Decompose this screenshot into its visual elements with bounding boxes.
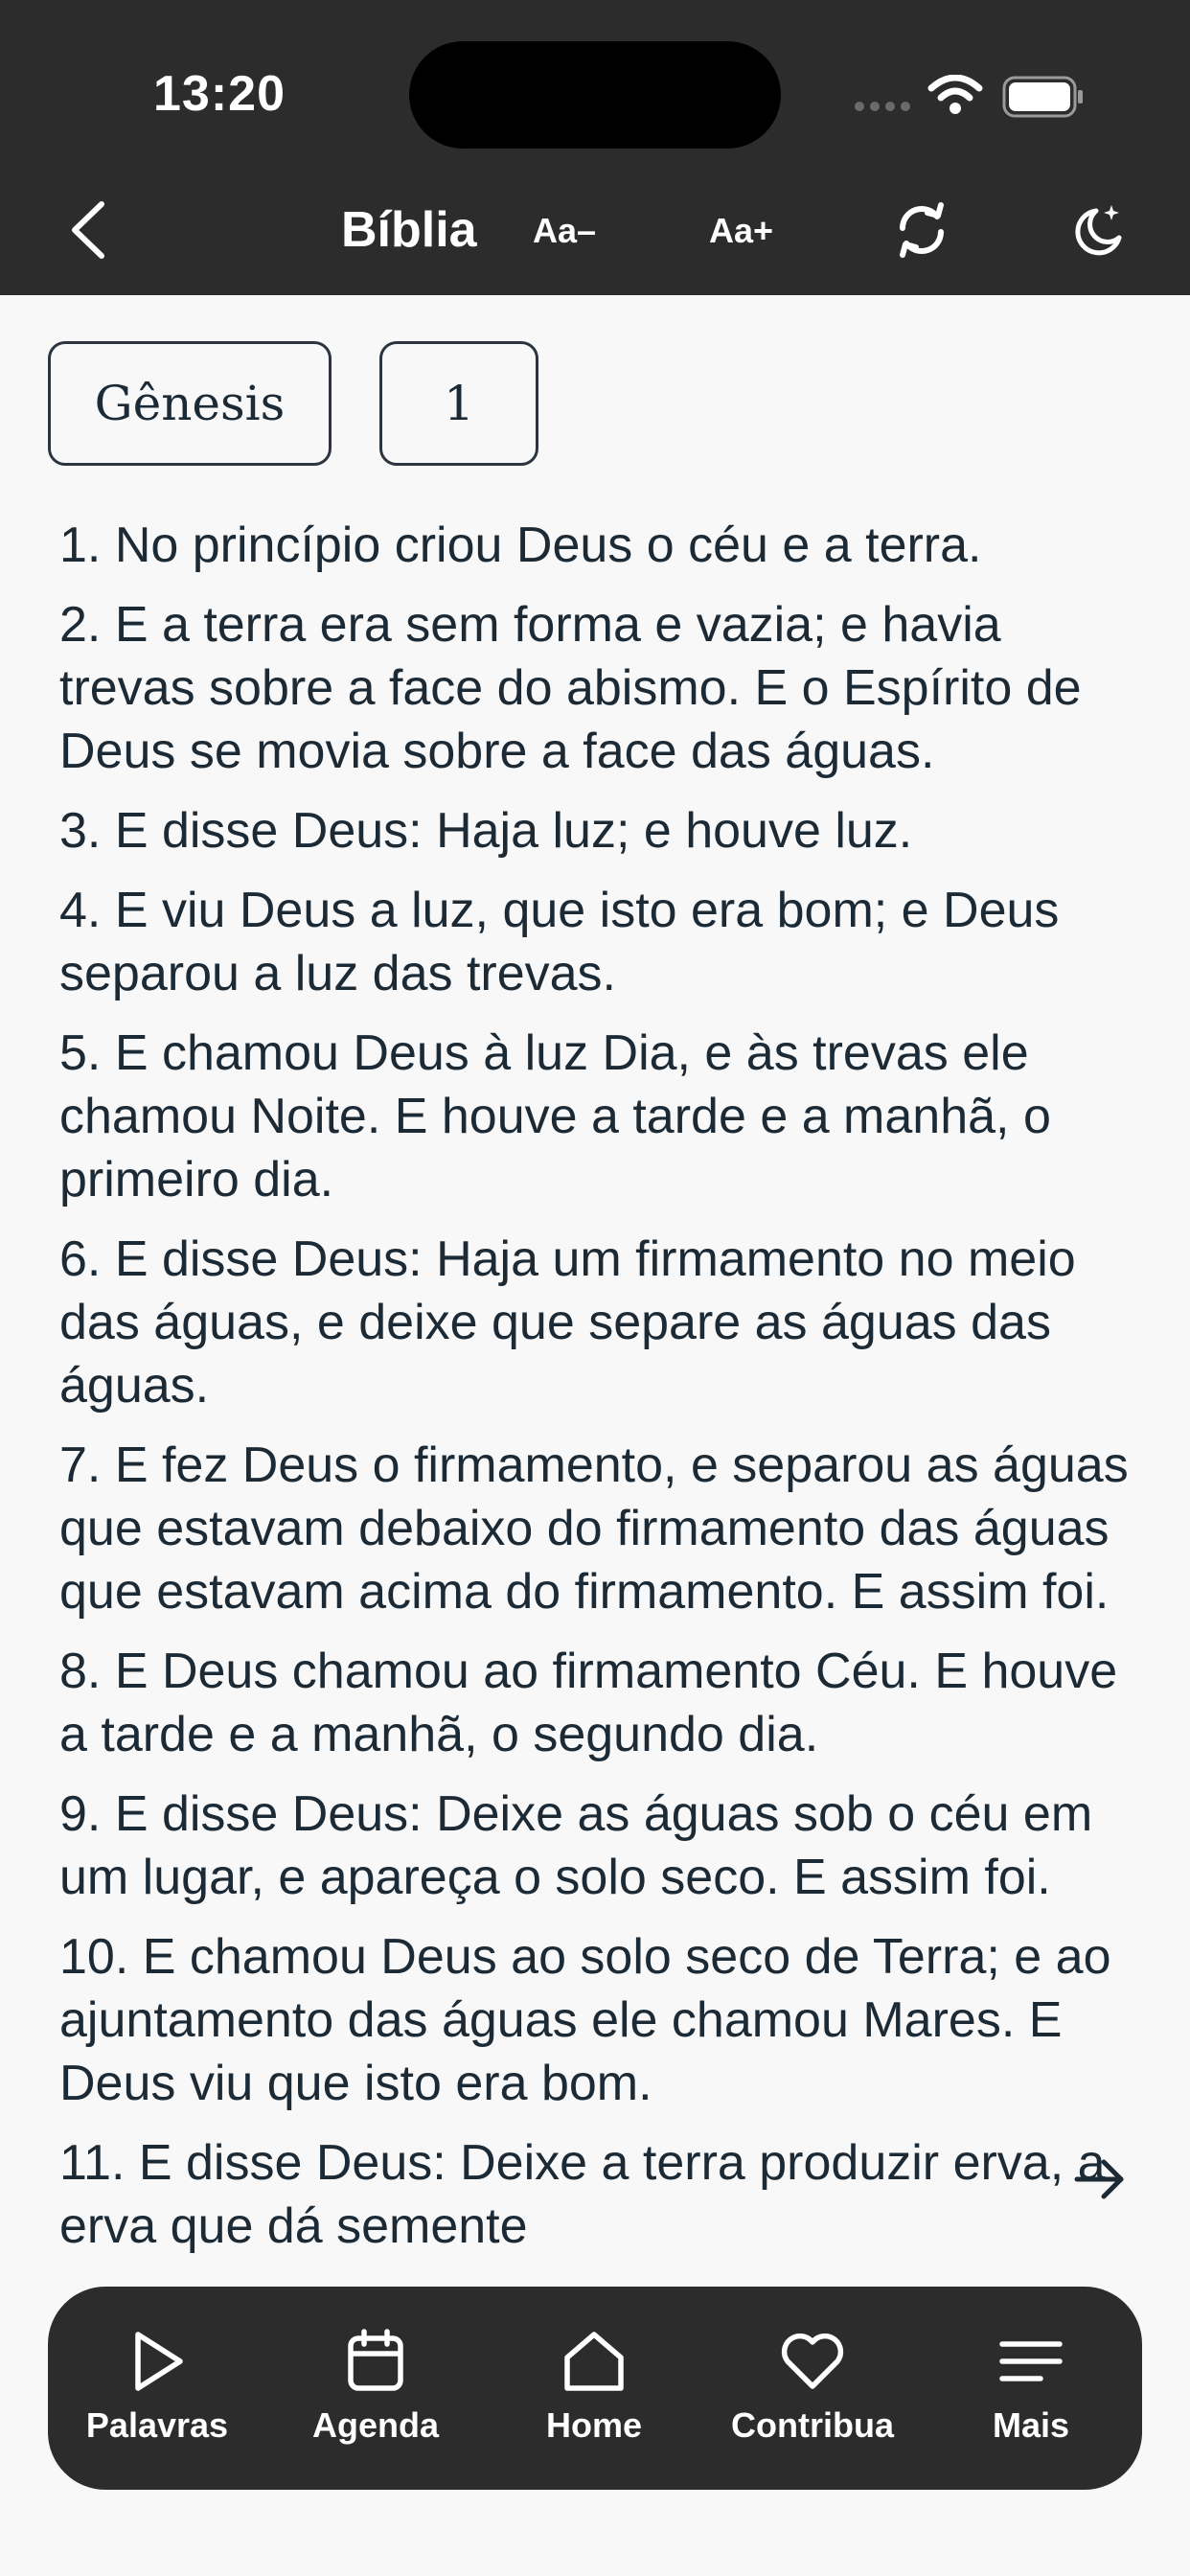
verse: 5. E chamou Deus à luz Dia, e às trevas … xyxy=(59,1025,1051,1208)
tab-palavras[interactable]: Palavras xyxy=(48,2287,266,2490)
verse-list: 1. No princípio criou Deus o céu e a ter… xyxy=(59,514,1142,2267)
home-icon xyxy=(564,2332,624,2391)
font-increase-button[interactable]: Aa+ xyxy=(709,211,773,251)
battery-icon xyxy=(1002,76,1083,118)
verse: 7. E fez Deus o firmamento, e separou as… xyxy=(59,1438,1129,1620)
tab-label: Agenda xyxy=(311,2405,439,2445)
tab-label: Mais xyxy=(992,2405,1070,2445)
verse: 1. No princípio criou Deus o céu e a ter… xyxy=(59,518,982,573)
heart-icon xyxy=(781,2333,844,2389)
menu-icon xyxy=(999,2341,1063,2381)
font-decrease-button[interactable]: Aa– xyxy=(533,211,596,251)
chapter-selector[interactable]: 1 xyxy=(379,341,538,466)
verse: 9. E disse Deus: Deixe as águas sob o cé… xyxy=(59,1786,1093,1905)
bottom-tab-bar: Palavras Agenda Home Contribua Mais xyxy=(48,2287,1142,2490)
back-button[interactable] xyxy=(59,196,117,264)
cellular-signal-icon xyxy=(855,99,916,116)
calendar-icon xyxy=(348,2329,403,2391)
verse: 4. E viu Deus a luz, que isto era bom; e… xyxy=(59,883,1060,1001)
status-time: 13:20 xyxy=(153,66,286,122)
book-selector[interactable]: Gênesis xyxy=(48,341,332,466)
play-icon xyxy=(135,2332,183,2391)
tab-label: Contribua xyxy=(731,2405,894,2445)
page-title: Bíblia xyxy=(341,202,477,258)
wifi-icon xyxy=(927,75,983,114)
verse: 8. E Deus chamou ao firmamento Céu. E ho… xyxy=(59,1644,1118,1762)
tab-mais[interactable]: Mais xyxy=(922,2287,1140,2490)
refresh-icon[interactable] xyxy=(891,199,952,261)
tab-home[interactable]: Home xyxy=(485,2287,703,2490)
verse: 10. E chamou Deus ao solo seco de Terra;… xyxy=(59,1929,1111,2111)
top-bar: 13:20 Bíblia Aa– Aa+ xyxy=(0,0,1190,295)
next-chapter-arrow-icon[interactable] xyxy=(1071,2150,1129,2208)
verse: 6. E disse Deus: Haja um firmamento no m… xyxy=(59,1231,1076,1414)
tab-label: Home xyxy=(545,2405,643,2445)
tab-contribua[interactable]: Contribua xyxy=(703,2287,922,2490)
dynamic-island xyxy=(409,41,781,149)
verse: 2. E a terra era sem forma e vazia; e ha… xyxy=(59,597,1082,779)
tab-agenda[interactable]: Agenda xyxy=(266,2287,485,2490)
tab-label: Palavras xyxy=(85,2405,229,2445)
verse: 11. E disse Deus: Deixe a terra produzir… xyxy=(59,2135,1106,2254)
verse: 3. E disse Deus: Haja luz; e houve luz. xyxy=(59,803,913,859)
night-mode-icon[interactable] xyxy=(1067,199,1129,261)
